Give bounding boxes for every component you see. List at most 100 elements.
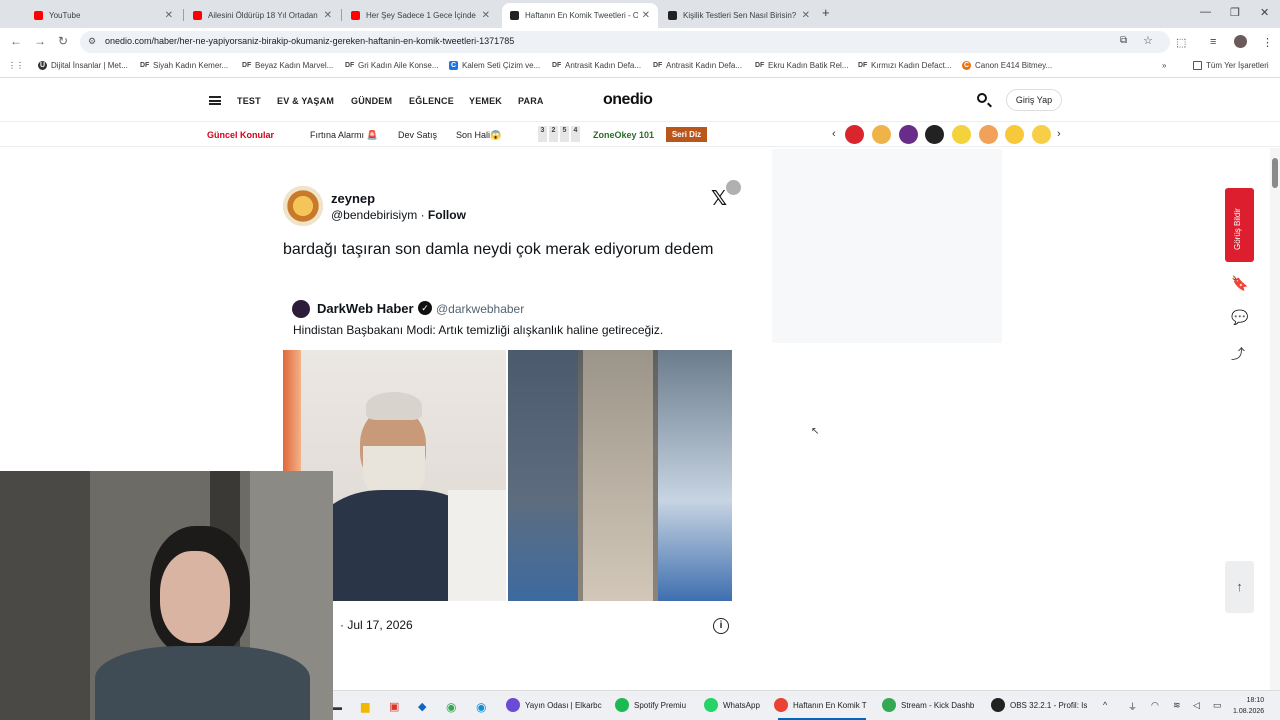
bookmark-item[interactable]: U Dijital İnsanlar | Met... — [38, 61, 128, 70]
tab-her-sey[interactable]: Her Şey Sadece 1 Gece İçinde O ✕ — [343, 3, 498, 28]
tab-kisilik[interactable]: Kişilik Testleri Sen Nasıl Birisin? ✕ — [660, 3, 818, 28]
reaction-emoji-icon[interactable] — [952, 125, 971, 144]
tray-overflow-icon[interactable]: ^ — [1103, 700, 1107, 710]
taskbar-clock[interactable]: 18:10 1.08.2026 — [1233, 695, 1264, 717]
x-logo-icon[interactable]: 𝕏 — [711, 186, 727, 210]
close-icon[interactable]: ✕ — [482, 10, 490, 21]
nav-eglence[interactable]: EĞLENCE — [409, 96, 454, 106]
comments-icon[interactable]: 💬 — [1231, 309, 1248, 326]
chrome-icon[interactable]: ◉ — [446, 700, 456, 714]
info-icon[interactable]: i — [713, 618, 729, 634]
topic-link[interactable]: Dev Satış — [398, 130, 437, 140]
close-icon[interactable]: ✕ — [802, 10, 810, 21]
taskbar-app[interactable]: Spotify Premiu — [615, 698, 686, 712]
quote-author-handle[interactable]: @darkwebhaber — [436, 302, 524, 316]
bookmark-star-icon[interactable]: ☆ — [1143, 34, 1153, 47]
install-icon[interactable]: ⧉ — [1120, 35, 1127, 46]
search-icon[interactable] — [977, 93, 987, 103]
nav-test[interactable]: TEST — [237, 96, 261, 106]
app-icon[interactable]: ◆ — [418, 700, 426, 713]
back-to-top-button[interactable]: ↑ — [1225, 561, 1254, 613]
profile-avatar[interactable] — [1234, 35, 1247, 48]
quote-avatar[interactable] — [292, 300, 310, 318]
seri-diz-badge[interactable]: Seri Diz — [666, 127, 707, 142]
edge-icon[interactable]: ◉ — [476, 700, 486, 714]
topic-link[interactable]: Son Hali😱 — [456, 130, 501, 141]
network-icon[interactable]: ◠ — [1151, 700, 1159, 711]
all-bookmarks[interactable]: Tüm Yer İşaretleri — [1193, 61, 1269, 70]
usb-icon[interactable]: ⏚ — [1128, 700, 1137, 713]
reading-list-icon[interactable]: ≡ — [1210, 36, 1216, 48]
bookmark-item[interactable]: DF Kırmızı Kadın Defact... — [858, 61, 951, 70]
app-icon[interactable]: ▣ — [389, 700, 399, 713]
tab-ailesini[interactable]: Ailesini Öldürüp 18 Yıl Ortadan ✕ — [185, 3, 340, 28]
reaction-emoji-icon[interactable] — [845, 125, 864, 144]
file-explorer-icon[interactable]: ▆ — [361, 700, 369, 713]
site-info-icon[interactable]: ⚙ — [88, 36, 96, 47]
login-button[interactable]: Giriş Yap — [1006, 89, 1062, 111]
bookmark-item[interactable]: DF Siyah Kadın Kemer... — [140, 61, 228, 70]
wifi-icon[interactable]: ≋ — [1173, 700, 1181, 711]
extensions-icon[interactable]: ⬚ — [1176, 36, 1186, 49]
apps-icon[interactable]: ⋮⋮ — [8, 61, 24, 70]
feedback-button[interactable]: Görüş Bildir — [1225, 188, 1254, 262]
heart-eyes-emoji-icon[interactable] — [1005, 125, 1024, 144]
chevron-left-icon[interactable]: ‹ — [832, 128, 836, 140]
nav-ev-yasam[interactable]: EV & YAŞAM — [277, 96, 334, 106]
close-icon[interactable]: ✕ — [642, 10, 650, 21]
restore-icon[interactable]: ❐ — [1230, 6, 1240, 19]
follow-button[interactable]: Follow — [428, 208, 466, 222]
reaction-emoji-icon[interactable] — [925, 125, 944, 144]
sad-emoji-icon[interactable] — [1032, 125, 1051, 144]
window-close-icon[interactable]: ✕ — [1260, 6, 1269, 19]
chevron-right-icon[interactable]: › — [1057, 128, 1061, 140]
tweet-author-name[interactable]: zeynep — [331, 191, 375, 206]
nav-para[interactable]: PARA — [518, 96, 544, 106]
bookmark-item[interactable]: DF Beyaz Kadın Marvel... — [242, 61, 333, 70]
reload-icon[interactable]: ↻ — [58, 34, 68, 48]
taskbar-app-active[interactable]: Haftanın En Komik T — [774, 698, 867, 720]
close-icon[interactable]: ✕ — [165, 10, 173, 21]
nav-yemek[interactable]: YEMEK — [469, 96, 502, 106]
address-url[interactable]: onedio.com/haber/her-ne-yapiyorsaniz-bir… — [105, 36, 514, 46]
bookmark-item[interactable]: DF Gri Kadın Aile Konse... — [345, 61, 439, 70]
site-logo[interactable]: onedio — [603, 91, 653, 109]
avatar[interactable] — [283, 186, 323, 226]
taskbar-app[interactable]: Yayın Odası | Elkarbc — [506, 698, 602, 712]
share-icon[interactable]: ⤴ — [1231, 344, 1245, 364]
bookmark-item[interactable]: DF Ekru Kadın Batik Rel... — [755, 61, 848, 70]
minimize-icon[interactable]: — — [1200, 6, 1211, 18]
current-topics[interactable]: Güncel Konular — [207, 130, 274, 140]
address-bar[interactable]: ⚙ onedio.com/haber/her-ne-yapiyorsaniz-b… — [80, 31, 1170, 53]
zone-number-tiles[interactable]: 3 2 5 4 — [538, 126, 580, 142]
bookmark-item[interactable]: DF Antrasit Kadın Defa... — [653, 61, 742, 70]
tab-haftanin[interactable]: Haftanın En Komik Tweetleri - O ✕ — [502, 3, 658, 28]
quote-photo-rail[interactable] — [508, 350, 732, 601]
menu-icon[interactable]: ⋮ — [1262, 36, 1273, 49]
more-bookmarks-icon[interactable]: » — [1162, 61, 1166, 70]
handle[interactable]: @bendebirisiym — [331, 208, 417, 222]
topic-link[interactable]: Fırtına Alarmı 🚨 — [310, 130, 378, 141]
volume-icon[interactable]: ◁ — [1193, 700, 1200, 711]
battery-icon[interactable]: ▭ — [1213, 700, 1222, 711]
bookmark-icon[interactable]: 🔖 — [1231, 275, 1248, 292]
taskbar-app[interactable]: WhatsApp — [704, 698, 760, 712]
bookmark-item[interactable]: C Canon E414 Bitmey... — [962, 61, 1052, 70]
bookmark-item[interactable]: C Kalem Seti Çizim ve... — [449, 61, 540, 70]
close-icon[interactable]: ✕ — [324, 10, 332, 21]
reaction-emoji-icon[interactable] — [899, 125, 918, 144]
reaction-emoji-icon[interactable] — [979, 125, 998, 144]
start-icon[interactable]: ▬ — [333, 702, 342, 712]
bookmark-item[interactable]: DF Antrasit Kadın Defa... — [552, 61, 641, 70]
new-tab-icon[interactable]: + — [822, 5, 830, 20]
forward-icon[interactable]: → — [34, 34, 46, 48]
taskbar-app[interactable]: Stream - Kick Dashb — [882, 698, 974, 712]
tab-youtube[interactable]: YouTube ✕ — [26, 3, 181, 28]
reaction-emoji-icon[interactable] — [872, 125, 891, 144]
tweet-date[interactable]: · Jul 17, 2026 — [340, 618, 413, 632]
back-icon[interactable]: ← — [10, 34, 22, 48]
scrollbar-thumb[interactable] — [1272, 158, 1278, 188]
zoneokey-link[interactable]: ZoneOkey 101 — [593, 130, 654, 140]
taskbar-app[interactable]: OBS 32.2.1 - Profil: Is — [991, 698, 1087, 712]
nav-gundem[interactable]: GÜNDEM — [351, 96, 392, 106]
